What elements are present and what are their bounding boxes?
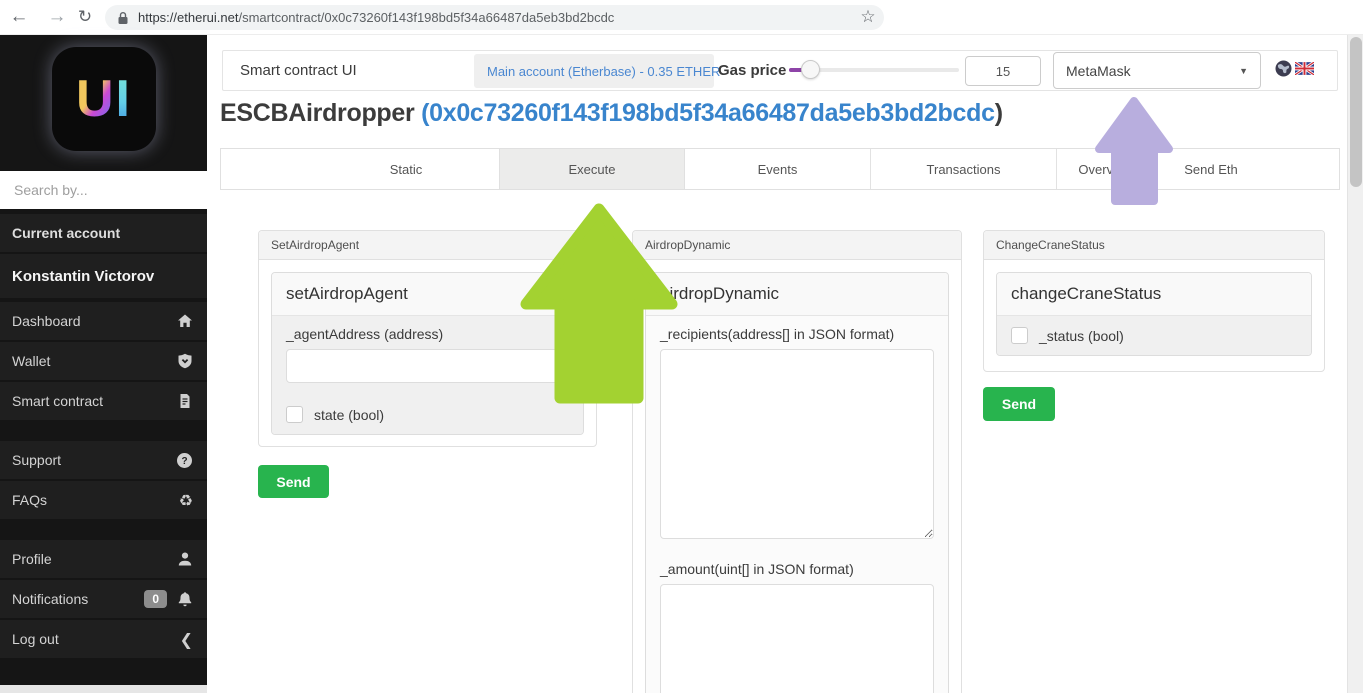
app-logo[interactable]: UI	[52, 47, 156, 151]
sidebar-item-label: Wallet	[12, 353, 51, 369]
gas-price-slider[interactable]	[789, 60, 959, 79]
language-switcher[interactable]	[1275, 60, 1317, 77]
amount-textarea[interactable]	[660, 584, 934, 693]
lock-icon	[118, 11, 128, 24]
tab-send-eth[interactable]: Send Eth	[1155, 149, 1267, 189]
send-button-set-airdrop-agent[interactable]: Send	[258, 465, 329, 498]
document-icon	[180, 394, 190, 408]
url-text: https://etherui.net/smartcontract/0x0c73…	[138, 10, 615, 25]
scrollbar-thumb[interactable]	[1350, 37, 1362, 187]
field-label: _recipients(address[] in JSON format)	[660, 326, 895, 342]
sidebar-item-label: Support	[12, 452, 62, 468]
bookmark-star-icon[interactable]: ☆	[855, 0, 881, 35]
logo-letter-u: U	[75, 70, 116, 128]
globe-icon	[1275, 60, 1292, 77]
header-title: Smart contract UI	[240, 62, 357, 79]
wallet-provider-value: MetaMask	[1066, 62, 1131, 79]
home-icon	[178, 314, 192, 327]
bell-icon	[178, 591, 192, 606]
panel-change-crane-status: ChangeCraneStatus changeCraneStatus _sta…	[983, 230, 1325, 372]
panel-header: ChangeCraneStatus	[984, 231, 1324, 260]
field-label: state (bool)	[314, 406, 385, 423]
person-icon	[178, 552, 192, 566]
sidebar-item-label: Smart contract	[12, 393, 104, 409]
logo-letter-i: I	[115, 70, 132, 128]
sidebar-item-profile[interactable]: Profile	[0, 540, 207, 578]
state-checkbox[interactable]	[286, 406, 303, 423]
address-bar[interactable]: https://etherui.net/smartcontract/0x0c73…	[105, 5, 884, 30]
svg-text:?: ?	[181, 456, 187, 467]
panel-airdrop-dynamic: AirdropDynamic airdropDynamic _recipient…	[632, 230, 962, 693]
gas-price-label: Gas price	[718, 62, 787, 79]
agent-address-input[interactable]	[286, 349, 569, 383]
tab-static[interactable]: Static	[313, 149, 499, 189]
main-content: Smart contract UI Main account (Etherbas…	[207, 35, 1347, 693]
wallet-provider-select[interactable]: MetaMask ▼	[1053, 52, 1261, 89]
browser-forward-icon[interactable]: →	[44, 0, 70, 35]
panel-header: AirdropDynamic	[633, 231, 961, 260]
tab-spacer	[221, 149, 313, 189]
sidebar-item-faqs[interactable]: FAQs ♻	[0, 481, 207, 519]
page-scrollbar[interactable]	[1347, 35, 1363, 693]
sidebar-item-label: FAQs	[12, 492, 48, 508]
uk-flag-icon	[1295, 62, 1314, 75]
sidebar-item-logout[interactable]: Log out ❮	[0, 620, 207, 658]
field-label: _amount(uint[] in JSON format)	[660, 561, 854, 577]
field-label: _agentAddress (address)	[286, 326, 444, 342]
send-button-change-crane-status[interactable]: Send	[983, 387, 1055, 421]
sidebar-username: Konstantin Victorov	[0, 254, 207, 298]
tab-events[interactable]: Events	[685, 149, 871, 189]
sidebar-item-notifications[interactable]: Notifications 0	[0, 580, 207, 618]
browser-back-icon[interactable]: ←	[6, 0, 32, 35]
sidebar-item-wallet[interactable]: Wallet	[0, 342, 207, 380]
contract-ui-header: Smart contract UI Main account (Etherbas…	[222, 50, 1338, 91]
function-title: airdropDynamic	[646, 273, 948, 316]
account-chip[interactable]: Main account (Etherbase) - 0.35 ETHER	[474, 54, 720, 88]
function-title: setAirdropAgent	[272, 273, 583, 316]
contract-address-link[interactable]: 0x0c73260f143f198bd5f34a66487da5eb3bd2bc…	[429, 99, 995, 127]
chevron-down-icon: ▼	[1239, 65, 1248, 76]
question-icon: ?	[177, 452, 192, 468]
recipients-textarea[interactable]	[660, 349, 934, 539]
tab-bar: Static Execute Events Transactions Overv…	[220, 148, 1340, 190]
slider-handle[interactable]	[801, 60, 820, 79]
sidebar-item-dashboard[interactable]: Dashboard	[0, 302, 207, 340]
sidebar-item-smart-contract[interactable]: Smart contract	[0, 382, 207, 420]
gas-price-input[interactable]	[965, 56, 1041, 86]
current-account-label: Current account	[0, 214, 207, 252]
function-title: changeCraneStatus	[997, 273, 1311, 316]
sidebar-item-support[interactable]: Support ?	[0, 441, 207, 479]
sidebar-bottom-strip	[0, 685, 207, 693]
shield-icon	[178, 353, 192, 369]
sidebar-item-label: Profile	[12, 551, 52, 567]
tab-execute[interactable]: Execute	[499, 149, 685, 189]
recycle-icon: ♻	[178, 490, 193, 510]
tab-transactions[interactable]: Transactions	[871, 149, 1057, 189]
app-root: ← → ↻ https://etherui.net/smartcontract/…	[0, 0, 1363, 693]
account-link: Main account (Etherbase) - 0.35 ETHER	[487, 63, 721, 79]
notifications-badge: 0	[144, 590, 167, 608]
panel-header: SetAirdropAgent	[259, 231, 596, 260]
page-title: ESCBAirdropper (0x0c73260f143f198bd5f34a…	[220, 99, 1003, 127]
browser-reload-icon[interactable]: ↻	[72, 0, 98, 35]
browser-toolbar: ← → ↻ https://etherui.net/smartcontract/…	[0, 0, 1363, 35]
chevron-left-icon: ❮	[179, 629, 193, 649]
sidebar-item-label: Notifications	[12, 591, 89, 607]
sidebar: UI Current account Konstantin Victorov D…	[0, 35, 207, 685]
sidebar-item-label: Log out	[12, 631, 59, 647]
tab-overview[interactable]: Overview	[1057, 149, 1155, 189]
sidebar-item-label: Dashboard	[12, 313, 81, 329]
search-input[interactable]	[12, 181, 197, 199]
panel-set-airdrop-agent: SetAirdropAgent setAirdropAgent _agentAd…	[258, 230, 597, 447]
sidebar-search	[0, 171, 207, 209]
field-label: _status (bool)	[1039, 327, 1124, 344]
status-checkbox[interactable]	[1011, 327, 1028, 344]
